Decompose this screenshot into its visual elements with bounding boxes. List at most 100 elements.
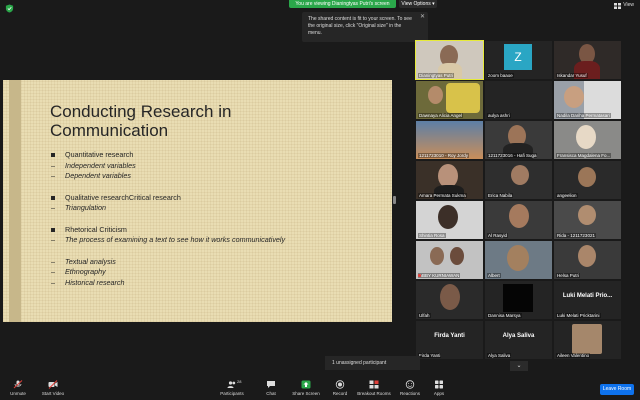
participant-name: Helsa Putri <box>556 273 581 278</box>
start-video-button[interactable]: Start Video <box>39 380 67 396</box>
meeting-toolbar: Unmute Start Video Participants 28 Chat … <box>0 378 640 400</box>
slide-bullet: – The process of examining a text to see … <box>51 235 286 244</box>
breakout-rooms-icon <box>369 380 379 389</box>
participant-tile[interactable]: 1211723010 - Roy Jordy <box>416 121 483 159</box>
reactions-button[interactable]: Reactions <box>399 380 421 396</box>
participant-tile[interactable]: Amara Permata Sukma <box>416 161 483 199</box>
chat-label: Chat <box>266 391 276 396</box>
slide-bullet: Qualitative researchCritical research <box>51 193 381 204</box>
participant-tile[interactable]: Dannisa Marsya <box>485 281 552 319</box>
slide-bullet: Rhetorical Criticism <box>51 225 381 236</box>
splitter-handle[interactable] <box>393 196 396 204</box>
participant-name: Alya Saliva <box>487 353 512 358</box>
participant-tile[interactable]: Rida - 1211723021 <box>554 201 621 239</box>
participant-tile[interactable]: Erica Nabila <box>485 161 552 199</box>
chat-button[interactable]: Chat <box>263 380 279 396</box>
participant-name: 1211723016 - Hafi Suga <box>487 153 538 158</box>
participant-tile[interactable]: Nadila Dariha Permatasari <box>554 81 621 119</box>
shield-icon[interactable] <box>5 4 14 13</box>
participant-tile[interactable]: Helsa Putri <box>554 241 621 279</box>
unmute-button[interactable]: Unmute <box>8 380 28 396</box>
participant-name: aulya ashri <box>487 113 511 118</box>
slide-bullet: – Independent variables <box>51 160 136 170</box>
tooltip-text: The shared content is fit to your screen… <box>308 16 412 36</box>
participant-name-large: Luki Melati Prio... <box>562 293 613 299</box>
participant-tile[interactable]: aulya ashri <box>485 81 552 119</box>
slide-title: Conducting Research in Communication <box>50 102 232 140</box>
participant-name: Al Rasyid <box>487 233 509 238</box>
participant-tile[interactable]: Al Rasyid <box>485 201 552 239</box>
participant-tile[interactable]: Albert <box>485 241 552 279</box>
participant-name-large: Alya Saliva <box>502 333 535 339</box>
apps-icon <box>435 380 443 389</box>
participant-name: Luki Melati Pricktarini <box>556 313 601 318</box>
apps-button[interactable]: Apps <box>431 380 447 396</box>
participants-label: Participants <box>220 391 244 396</box>
shared-slide: Conducting Research in Communication Qua… <box>3 80 392 322</box>
avatar: Z <box>504 44 532 70</box>
participant-tile[interactable]: Shintia Rosa <box>416 201 483 239</box>
participant-name: zoom baaoe <box>487 73 514 78</box>
slide-bullet: – Ethnography <box>51 267 106 276</box>
slide-bullet: – Triangulation <box>51 203 107 212</box>
participant-name: Fransisca Magdalena Fo... <box>556 153 612 158</box>
slide-bullet: – Dependent variables <box>51 171 131 180</box>
participants-count: 28 <box>237 379 242 384</box>
participants-icon <box>227 381 236 388</box>
participant-name: angeelion <box>556 193 578 198</box>
participant-tile[interactable]: Firda Yanti Firda Yanti <box>416 321 483 359</box>
view-label: View <box>623 2 634 8</box>
participant-name-large: Firda Yanti <box>434 333 465 339</box>
participant-tile[interactable]: Dianingtyas Putri <box>415 40 484 80</box>
participant-tile[interactable]: angeelion <box>554 161 621 199</box>
fit-screen-tooltip: The shared content is fit to your screen… <box>302 12 428 42</box>
muted-mic-icon <box>418 274 421 277</box>
participant-tile[interactable]: Alya Saliva Alya Saliva <box>485 321 552 359</box>
participant-name: Iskandar Yusuf <box>556 73 588 78</box>
share-banner: You are viewing Dianingtyas Putri's scre… <box>289 0 396 8</box>
participant-name: Ulfah <box>418 313 431 318</box>
reactions-label: Reactions <box>399 391 420 396</box>
slide-bullet: – Historical research <box>51 277 125 287</box>
chevron-down-icon[interactable]: ⌄ <box>510 361 528 371</box>
participant-name: Dawnaya Alicia Angel <box>418 113 464 118</box>
share-screen-label: Share Screen <box>292 391 320 396</box>
close-icon[interactable]: ✕ <box>420 14 425 21</box>
record-button[interactable]: Record <box>330 380 350 396</box>
breakout-rooms-button[interactable]: Breakout Rooms <box>356 380 392 396</box>
record-label: Record <box>332 391 348 396</box>
chat-icon <box>267 381 275 388</box>
unassigned-participant-notice[interactable]: 1 unassigned participant <box>325 356 420 370</box>
participant-tile[interactable]: Luki Melati Prio... Luki Melati Pricktar… <box>554 281 621 319</box>
participants-button[interactable]: Participants 28 <box>218 379 246 396</box>
participant-tile[interactable]: Fransisca Magdalena Fo... <box>554 121 621 159</box>
slide-stripe <box>9 80 21 322</box>
participant-name: 1211723010 - Roy Jordy <box>418 153 469 158</box>
zoom-meeting-window: You are viewing Dianingtyas Putri's scre… <box>0 0 640 400</box>
participant-name: Shintia Rosa <box>418 233 446 238</box>
participant-name: ABBY KURNIAWAN <box>418 273 461 278</box>
breakout-rooms-label: Breakout Rooms <box>357 391 391 396</box>
participant-tile[interactable]: Aileen Valentino <box>554 321 621 359</box>
participant-tile[interactable]: Iskandar Yusuf <box>554 41 621 79</box>
participant-tile[interactable]: Dawnaya Alicia Angel <box>416 81 483 119</box>
reactions-icon <box>405 380 415 389</box>
record-icon <box>335 380 345 389</box>
unmute-label: Unmute <box>10 391 26 396</box>
apps-label: Apps <box>433 391 445 396</box>
share-screen-button[interactable]: Share Screen <box>291 380 321 396</box>
participant-tile[interactable]: Z zoom baaoe <box>485 41 552 79</box>
participant-tile[interactable]: ABBY KURNIAWAN <box>416 241 483 279</box>
slide-bullet: Quantitative research <box>51 150 381 161</box>
view-options-label: View Options <box>401 1 431 7</box>
participant-tile[interactable]: Ulfah <box>416 281 483 319</box>
view-button[interactable]: View <box>614 2 634 9</box>
participant-name: Nadila Dariha Permatasari <box>556 113 611 118</box>
participant-name: Erica Nabila <box>487 193 514 198</box>
leave-room-button[interactable]: Leave Room <box>600 384 634 395</box>
slide-body: Quantitative research – Independent varia… <box>51 150 381 288</box>
participant-tile[interactable]: 1211723016 - Hafi Suga <box>485 121 552 159</box>
participant-name: Dannisa Marsya <box>487 313 522 318</box>
view-options-button[interactable]: View Options ▾ <box>399 0 437 8</box>
slide-bullet: – Textual analysis <box>51 256 116 266</box>
